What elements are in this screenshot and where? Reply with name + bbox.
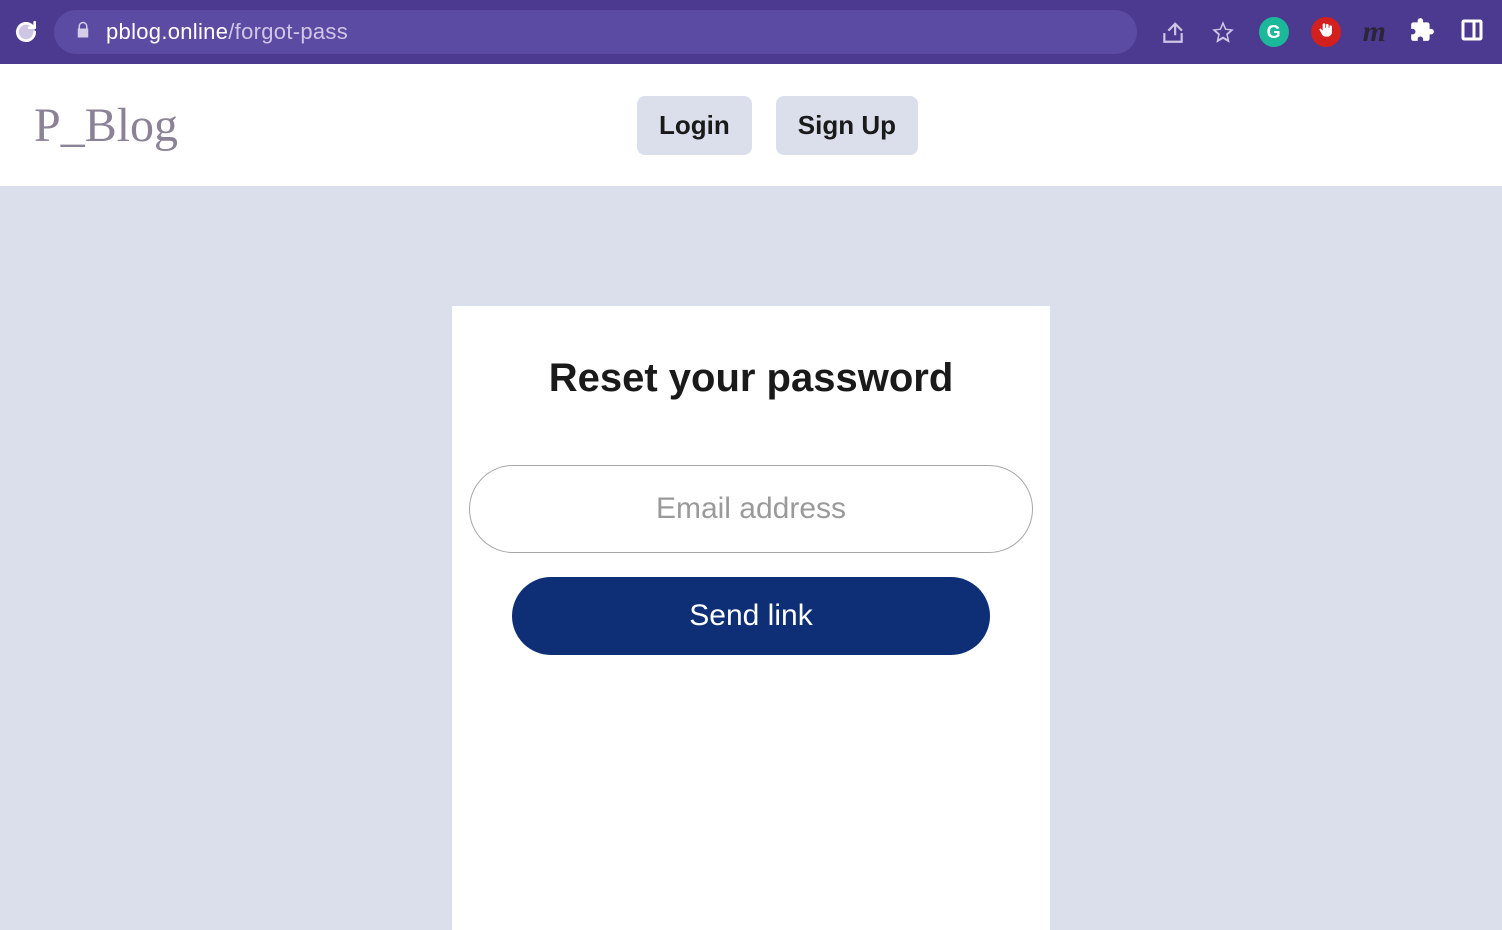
extensions-icon[interactable]	[1408, 18, 1436, 46]
send-link-button[interactable]: Send link	[512, 577, 990, 655]
email-field[interactable]	[469, 465, 1033, 553]
address-bar[interactable]: pblog.online/forgot-pass	[54, 10, 1137, 54]
share-icon[interactable]	[1159, 18, 1187, 46]
reset-password-card: Reset your password Send link	[452, 306, 1050, 930]
lock-icon	[74, 21, 92, 44]
m-extension-icon[interactable]: m	[1363, 15, 1386, 49]
reload-icon[interactable]	[12, 18, 40, 46]
card-title: Reset your password	[549, 356, 954, 401]
nav-buttons: Login Sign Up	[637, 96, 918, 155]
signup-button[interactable]: Sign Up	[776, 96, 918, 155]
browser-chrome-bar: pblog.online/forgot-pass G m	[0, 0, 1502, 64]
star-icon[interactable]	[1209, 18, 1237, 46]
login-button[interactable]: Login	[637, 96, 752, 155]
url-domain: pblog.online	[106, 19, 228, 44]
site-header: P_Blog Login Sign Up	[0, 64, 1502, 186]
grammarly-extension-icon[interactable]: G	[1259, 17, 1289, 47]
side-panel-icon[interactable]	[1458, 18, 1486, 46]
url-text: pblog.online/forgot-pass	[106, 19, 348, 45]
browser-actions: G m	[1159, 15, 1490, 49]
page-main: Reset your password Send link	[0, 186, 1502, 930]
url-path: /forgot-pass	[228, 19, 348, 44]
adblock-extension-icon[interactable]	[1311, 17, 1341, 47]
site-logo[interactable]: P_Blog	[34, 98, 178, 153]
